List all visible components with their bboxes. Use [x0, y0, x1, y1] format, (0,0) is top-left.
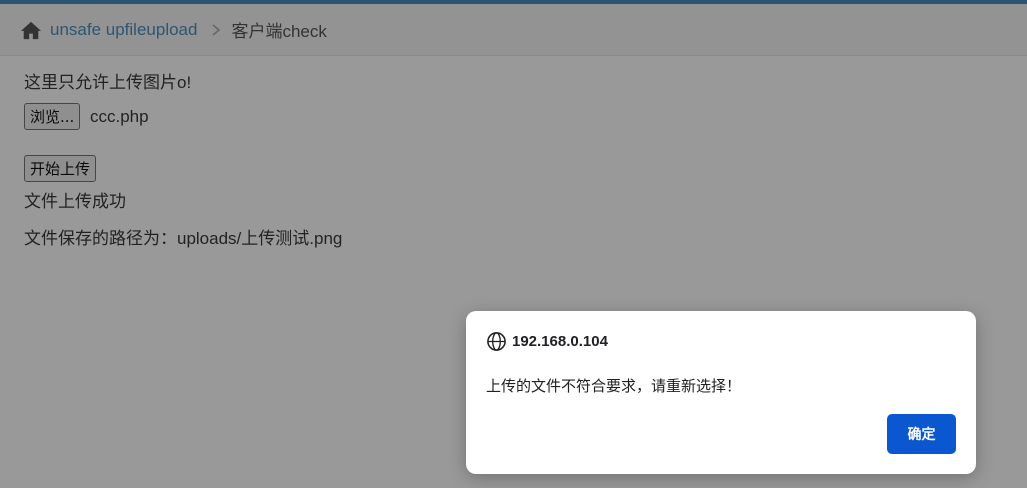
dialog-title: 192.168.0.104 — [512, 333, 608, 350]
dialog-ok-button[interactable]: 确定 — [887, 414, 956, 454]
dialog-message: 上传的文件不符合要求，请重新选择！ — [486, 378, 742, 395]
globe-icon — [487, 332, 506, 351]
alert-dialog: 192.168.0.104 上传的文件不符合要求，请重新选择！ 确定 — [466, 311, 976, 474]
dialog-header: 192.168.0.104 — [486, 331, 608, 352]
